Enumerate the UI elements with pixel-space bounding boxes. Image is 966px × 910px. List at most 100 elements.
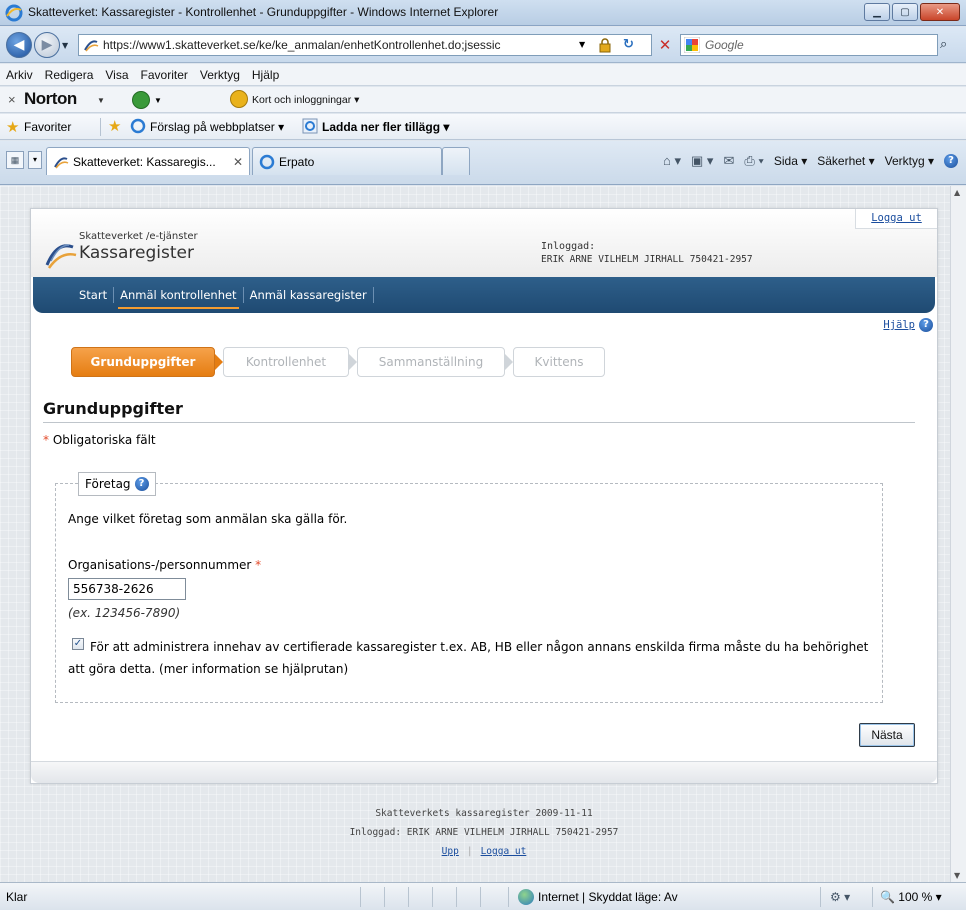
close-window-button[interactable]: ✕	[920, 3, 960, 21]
footer-up-link[interactable]: Upp	[442, 846, 459, 857]
tools-menu[interactable]: Verktyg ▾	[885, 154, 934, 168]
required-note: * Obligatoriska fält	[43, 433, 915, 447]
norton-dropdown-icon[interactable]: ▼	[97, 96, 105, 105]
menu-verktyg[interactable]: Verktyg	[200, 68, 240, 82]
nav-anmal-kassaregister[interactable]: Anmäl kassaregister	[244, 277, 373, 313]
help-link[interactable]: Hjälp	[883, 319, 915, 331]
authority-checkbox[interactable]: ✓	[72, 638, 84, 650]
safety-menu[interactable]: Säkerhet ▾	[817, 154, 874, 168]
shield-dropdown-icon[interactable]: ▼	[154, 96, 162, 105]
nav-anmal-kontrollenhet[interactable]: Anmäl kontrollenhet	[114, 277, 242, 313]
back-button[interactable]: ◀	[6, 32, 32, 58]
minimize-button[interactable]: ▁	[864, 3, 890, 21]
status-divider	[508, 887, 509, 907]
tab-erpato[interactable]: Erpato	[252, 147, 442, 175]
org-number-hint: (ex. 123456-7890)	[68, 606, 181, 620]
vertical-scrollbar[interactable]: ▲ ▼	[950, 186, 966, 882]
close-toolbar-icon[interactable]: ×	[8, 92, 16, 107]
menu-arkiv[interactable]: Arkiv	[6, 68, 33, 82]
favorites-button[interactable]: Favoriter	[24, 120, 71, 134]
status-divider	[408, 887, 409, 907]
stop-icon[interactable]: ✕	[656, 36, 674, 54]
add-favorite-icon[interactable]: ★	[108, 117, 121, 135]
maximize-button[interactable]: ▢	[892, 3, 918, 21]
required-star: *	[43, 433, 49, 447]
status-divider	[384, 887, 385, 907]
org-number-input[interactable]	[68, 578, 186, 600]
feeds-icon[interactable]: ▣ ▾	[691, 153, 713, 169]
address-field[interactable]: https://www1.skatteverket.se/ke/ke_anmal…	[78, 34, 652, 56]
more-addons-button[interactable]: Ladda ner fler tillägg ▾	[322, 120, 449, 134]
step-arrow-icon	[505, 354, 513, 370]
status-divider	[480, 887, 481, 907]
help-question-icon[interactable]: ?	[919, 318, 933, 332]
identity-key-icon	[230, 90, 248, 108]
search-field[interactable]: Google	[680, 34, 938, 56]
company-fieldset: Företag ? Ange vilket företag som anmäla…	[55, 472, 883, 703]
next-button[interactable]: Nästa	[859, 723, 915, 747]
close-tab-icon[interactable]: ✕	[233, 155, 243, 169]
status-divider	[820, 887, 821, 907]
tab-label: Erpato	[279, 154, 315, 169]
logout-link[interactable]: Logga ut	[855, 209, 937, 229]
site-header: Skatteverket /e-tjänster Kassaregister I…	[31, 209, 937, 277]
home-icon[interactable]: ⌂ ▾	[663, 153, 681, 169]
norton-brand[interactable]: Norton	[24, 89, 77, 109]
required-star: *	[255, 558, 262, 572]
protected-mode-icon[interactable]: ⚙ ▾	[830, 890, 850, 904]
skatteverket-favicon-icon	[84, 40, 99, 52]
footer-line2: Inloggad: ERIK ARNE VILHELM JIRHALL 7504…	[349, 827, 619, 838]
step-kontrollenhet: Kontrollenhet	[223, 347, 349, 377]
refresh-icon[interactable]: ↻	[623, 37, 634, 52]
google-icon	[684, 37, 700, 53]
internet-zone-icon	[518, 889, 534, 905]
new-tab-button[interactable]	[442, 147, 470, 175]
company-legend-text: Företag	[85, 477, 131, 491]
page-viewport: Skatteverket /e-tjänster Kassaregister I…	[0, 186, 950, 882]
address-dropdown-icon[interactable]: ▼	[579, 40, 585, 49]
window-title: Skatteverket: Kassaregister - Kontrollen…	[28, 5, 499, 19]
menu-redigera[interactable]: Redigera	[45, 68, 94, 82]
scroll-up-icon[interactable]: ▲	[954, 188, 960, 197]
print-icon[interactable]: ⎙ ▾	[744, 153, 763, 169]
page-menu[interactable]: Sida ▾	[774, 154, 807, 168]
status-text: Klar	[6, 890, 28, 904]
quick-tabs-icon[interactable]: ▦	[6, 151, 24, 169]
mail-icon[interactable]: ✉	[723, 153, 734, 169]
favorites-star-icon[interactable]: ★	[6, 118, 19, 136]
step-arrow-icon	[215, 354, 223, 370]
ie-addon-icon	[302, 118, 318, 134]
main-content: Grunduppgifter Kontrollenhet Sammanställ…	[31, 347, 937, 761]
help-icon[interactable]: ?	[944, 154, 958, 168]
step-sammanstallning: Sammanställning	[357, 347, 505, 377]
tab-skatteverket[interactable]: Skatteverket: Kassaregis... ✕	[46, 147, 250, 175]
menu-visa[interactable]: Visa	[105, 68, 128, 82]
cards-and-logins-button[interactable]: Kort och inloggningar ▾	[252, 94, 359, 106]
norton-toolbar: × Norton ▼ ▼ Kort och inloggningar ▾	[0, 87, 966, 113]
lock-icon[interactable]	[597, 37, 613, 53]
footer-links: Upp | Logga ut	[30, 842, 938, 861]
status-divider	[432, 887, 433, 907]
tab-list-icon[interactable]: ▾	[28, 151, 42, 169]
ie-logo-icon	[5, 4, 23, 22]
command-bar: ⌂ ▾ ▣ ▾ ✉ ⎙ ▾ Sida ▾ Säkerhet ▾ Verktyg …	[663, 153, 958, 169]
ie-page-icon	[130, 118, 146, 134]
required-note-text: Obligatoriska fält	[52, 433, 156, 447]
history-dropdown-icon[interactable]: ▼	[62, 41, 68, 50]
ie-tab-icon	[259, 154, 275, 169]
zoom-level[interactable]: 🔍 100 % ▾	[880, 890, 942, 904]
security-zone[interactable]: Internet | Skyddat läge: Av	[538, 890, 678, 904]
menu-hjalp[interactable]: Hjälp	[252, 68, 279, 82]
suggested-sites-button[interactable]: Förslag på webbplatser ▾	[150, 120, 284, 134]
search-icon[interactable]: ⌕	[940, 37, 947, 52]
menu-bar: Arkiv Redigera Visa Favoriter Verktyg Hj…	[0, 64, 966, 86]
norton-shield-icon[interactable]	[132, 91, 150, 109]
org-number-label-text: Organisations-/personnummer	[68, 558, 252, 572]
nav-start[interactable]: Start	[73, 277, 113, 313]
scroll-down-icon[interactable]: ▼	[954, 871, 960, 880]
forward-button[interactable]: ▶	[34, 32, 60, 58]
status-divider	[456, 887, 457, 907]
menu-favoriter[interactable]: Favoriter	[141, 68, 188, 82]
company-help-icon[interactable]: ?	[134, 477, 149, 491]
footer-logout-link[interactable]: Logga ut	[481, 846, 527, 857]
